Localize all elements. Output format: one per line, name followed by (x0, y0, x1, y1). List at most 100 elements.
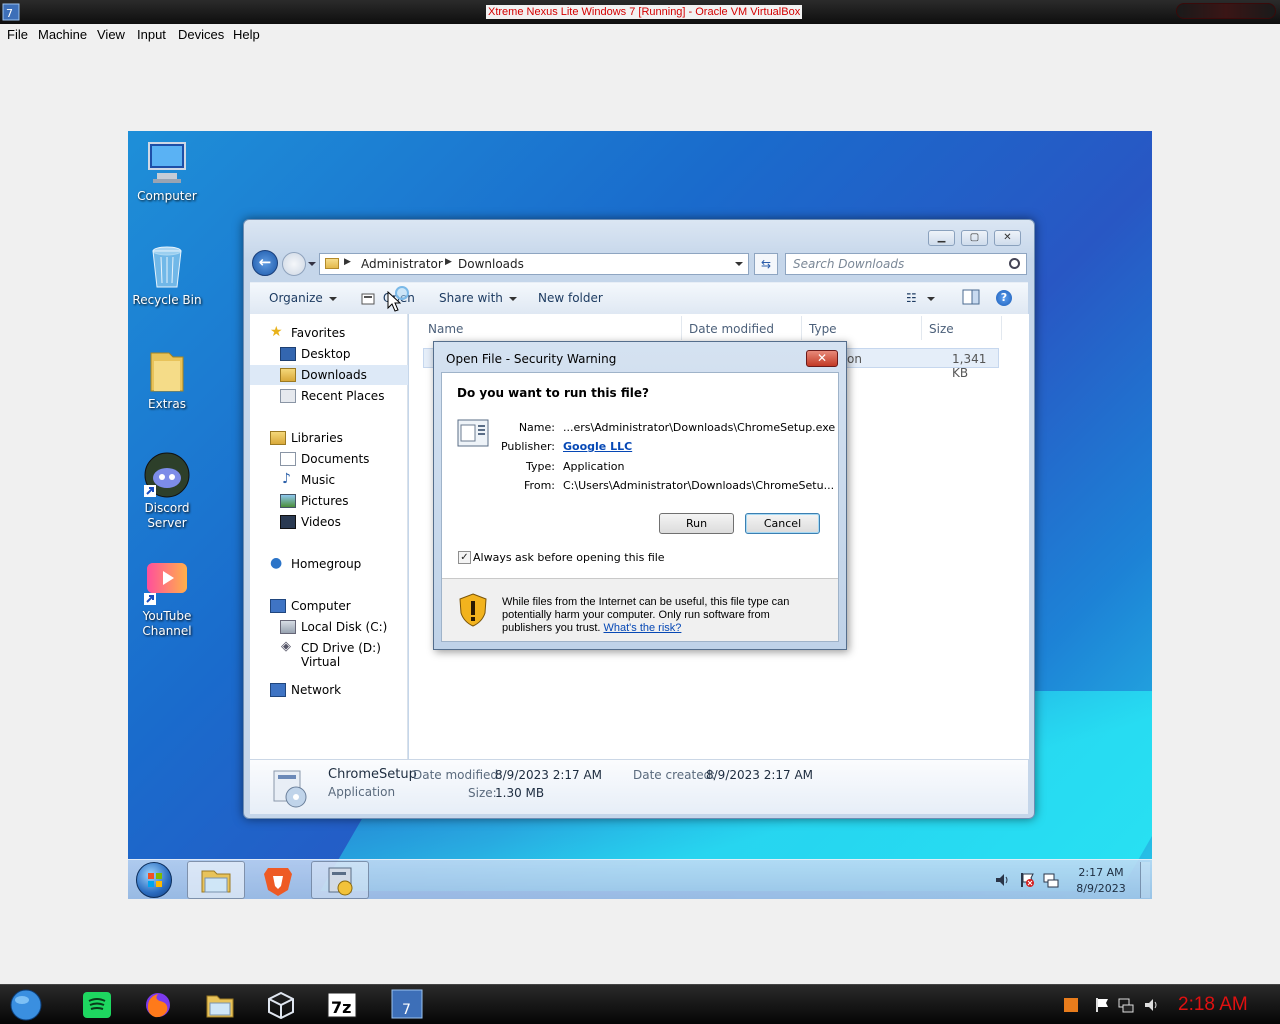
tray-app-icon[interactable] (1063, 997, 1079, 1013)
name-value: ...ers\Administrator\Downloads\ChromeSet… (563, 421, 836, 434)
open-icon (361, 293, 375, 304)
computer-icon (143, 139, 191, 187)
recent-pages-dropdown[interactable] (308, 262, 316, 266)
type-label: Type: (526, 460, 555, 473)
help-icon[interactable]: ? (996, 290, 1012, 306)
cancel-button[interactable]: Cancel (745, 513, 820, 534)
size-label: Size: (468, 786, 497, 800)
nav-libraries[interactable]: Libraries (250, 428, 408, 448)
desktop-icon-recycle-bin[interactable]: Recycle Bin (128, 243, 207, 308)
nav-cd-drive[interactable]: ◈ CD Drive (D:) Virtual (250, 638, 408, 669)
taskbar-brave-button[interactable] (249, 861, 307, 899)
menu-file[interactable]: File (7, 27, 28, 42)
installer-icon (328, 867, 353, 896)
date-created-label: Date created: (633, 768, 716, 782)
nav-network[interactable]: Network (250, 680, 408, 700)
taskbar-installer-button[interactable] (311, 861, 369, 899)
nav-music[interactable]: ♪ Music (250, 470, 408, 490)
close-window-button[interactable]: ✕ (994, 230, 1021, 246)
whats-the-risk-link[interactable]: What's the risk? (604, 622, 682, 634)
virtualbox-icon[interactable] (266, 991, 296, 1020)
always-ask-checkbox[interactable]: ✓ (458, 551, 471, 564)
publisher-link[interactable]: Google LLC (563, 440, 632, 453)
nav-desktop[interactable]: Desktop (250, 344, 408, 364)
refresh-button[interactable]: ⇆ (754, 253, 778, 275)
publisher-label: Publisher: (500, 440, 555, 453)
nav-documents[interactable]: Documents (250, 449, 408, 469)
xtreme-nexus-icon[interactable]: 7 (390, 988, 424, 1020)
breadcrumb-downloads[interactable]: Downloads (458, 257, 524, 271)
maximize-button[interactable]: ▢ (961, 230, 988, 246)
address-bar[interactable]: ▶ Administrator ▶ Downloads (319, 253, 749, 275)
preview-pane-icon[interactable] (962, 289, 980, 308)
desktop-icon-computer[interactable]: Computer (128, 139, 207, 204)
start-button[interactable] (136, 862, 172, 898)
dialog-close-button[interactable]: ✕ (806, 350, 838, 367)
discord-icon (143, 451, 191, 499)
desktop-icon-youtube[interactable]: YouTube Channel (128, 559, 207, 639)
nav-recent-places[interactable]: Recent Places (250, 386, 408, 406)
desktop-icon-discord[interactable]: Discord Server (128, 451, 207, 531)
view-options-icon[interactable]: ☷ (906, 291, 935, 305)
minimize-button[interactable]: ▁ (928, 230, 955, 246)
nav-downloads[interactable]: Downloads (250, 365, 408, 385)
date-modified-label: Date modified: (413, 768, 503, 782)
new-folder-button[interactable]: New folder (538, 291, 603, 305)
globe-icon[interactable] (8, 988, 44, 1022)
search-input[interactable]: Search Downloads (785, 253, 1027, 275)
installer-icon (268, 765, 312, 809)
menu-devices[interactable]: Devices (178, 27, 224, 42)
file-manager-icon[interactable] (205, 991, 235, 1019)
nav-local-disk[interactable]: Local Disk (C:) (250, 617, 408, 637)
firefox-icon[interactable] (143, 991, 173, 1019)
menu-input[interactable]: Input (137, 27, 166, 42)
tray-network-icon[interactable] (1118, 997, 1134, 1013)
nav-homegroup[interactable]: ● Homegroup (250, 554, 408, 574)
7zip-icon[interactable]: 7z (327, 991, 357, 1019)
host-clock[interactable]: 2:18 AM (1178, 994, 1248, 1016)
column-size[interactable]: Size (929, 322, 954, 336)
desktop-icon (280, 347, 296, 361)
music-icon: ♪ (282, 471, 291, 487)
warning-area: While files from the Internet can be use… (442, 579, 838, 641)
menu-view[interactable]: View (97, 27, 125, 42)
file-size: 1,341 KB (952, 352, 987, 380)
star-icon: ★ (270, 324, 283, 340)
chevron-right-icon: ▶ (445, 257, 452, 267)
recycle-bin-icon (143, 243, 191, 291)
back-button[interactable]: ← (252, 250, 278, 276)
organize-button[interactable]: Organize (269, 291, 337, 305)
type-value: Application (563, 460, 625, 473)
nav-favorites[interactable]: ★ Favorites (250, 323, 408, 343)
show-desktop-button[interactable] (1140, 862, 1150, 898)
youtube-icon (143, 559, 191, 607)
guest-screen: Computer Recycle Bin Extras Discord Serv… (128, 131, 1152, 899)
spotify-icon[interactable] (82, 991, 112, 1019)
desktop-icon-extras[interactable]: Extras (128, 347, 207, 412)
host-taskbar: 7z 7 2:18 AM (0, 984, 1280, 1024)
nav-computer[interactable]: Computer (250, 596, 408, 616)
tray-flag-icon[interactable] (1094, 997, 1110, 1013)
nav-pictures[interactable]: Pictures (250, 491, 408, 511)
folder-icon (325, 258, 339, 269)
nav-videos[interactable]: Videos (250, 512, 408, 532)
taskbar-explorer-button[interactable] (187, 861, 245, 899)
share-with-button[interactable]: Share with (439, 291, 517, 305)
column-name[interactable]: Name (428, 322, 463, 336)
name-label: Name: (518, 421, 555, 434)
breadcrumb-administrator[interactable]: Administrator (361, 257, 443, 271)
cd-drive-icon: ◈ (281, 639, 291, 654)
guest-clock[interactable]: 2:17 AM 8/9/2023 (1068, 865, 1134, 897)
column-date-modified[interactable]: Date modified (689, 322, 774, 336)
guest-taskbar: 2:17 AM 8/9/2023 (128, 859, 1152, 899)
tray-volume-icon[interactable] (1143, 997, 1159, 1013)
address-dropdown-icon[interactable] (735, 262, 743, 266)
column-type[interactable]: Type (809, 322, 837, 336)
volume-icon[interactable] (994, 872, 1010, 888)
action-center-flag-icon[interactable] (1019, 872, 1035, 888)
run-button[interactable]: Run (659, 513, 734, 534)
menu-help[interactable]: Help (233, 27, 260, 42)
menu-machine[interactable]: Machine (38, 27, 87, 42)
forward-button[interactable] (282, 252, 306, 276)
network-status-icon[interactable] (1043, 872, 1059, 888)
